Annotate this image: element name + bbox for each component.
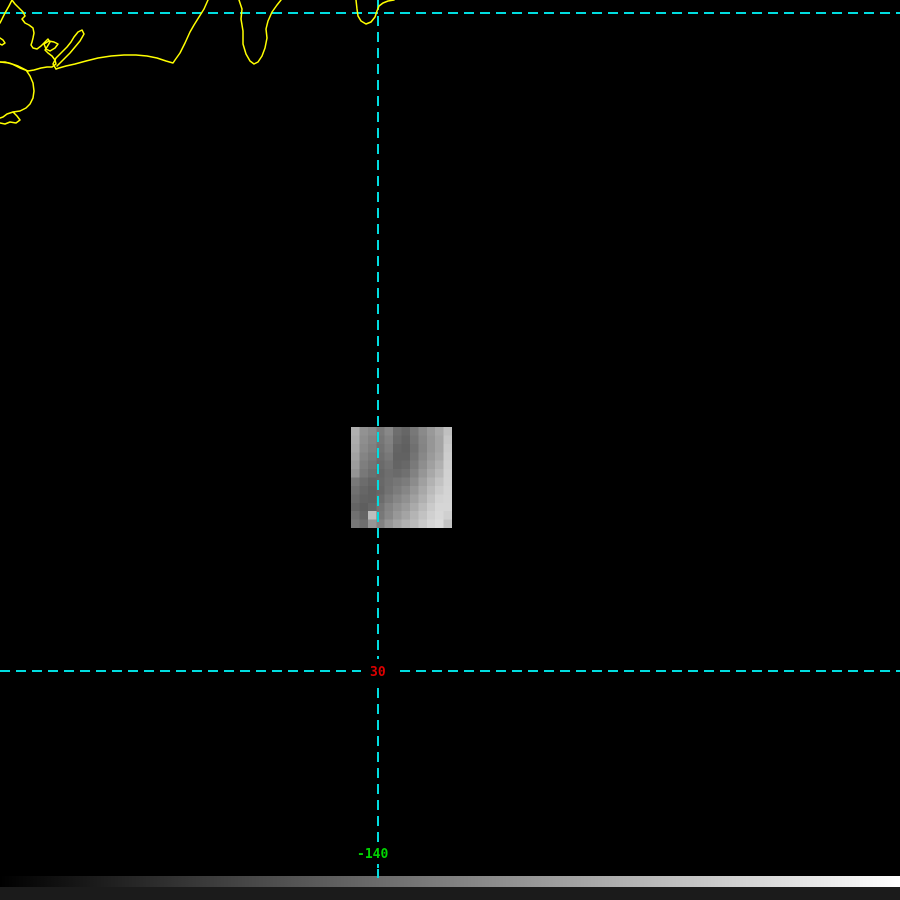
coastline-path-8 xyxy=(355,0,395,25)
coastline-path-7 xyxy=(0,37,6,46)
coastline-path-3 xyxy=(0,0,57,72)
longitude-label-backing xyxy=(353,843,393,863)
satellite-image-patch xyxy=(351,427,452,528)
coastline-path-6 xyxy=(0,111,21,125)
status-bar: 1 0001 NOAA-15 4 18 OCT 12292 185025 058… xyxy=(0,887,900,900)
coastline-path-5 xyxy=(0,61,35,119)
coastline-path-1 xyxy=(52,29,85,70)
coastline-path-0 xyxy=(55,0,209,70)
longitude-label: -140 xyxy=(357,847,388,862)
mcidas-image-display[interactable]: 1 0001 NOAA-15 4 18 OCT 12292 185025 058… xyxy=(0,0,900,900)
coastline-path-4 xyxy=(0,61,29,72)
coastline-path-2 xyxy=(43,40,59,52)
latitude-label-backing xyxy=(361,659,397,683)
latitude-label: 30 xyxy=(370,665,386,680)
brightness-scale-bar xyxy=(0,876,900,887)
coastline-path-9 xyxy=(238,0,282,65)
